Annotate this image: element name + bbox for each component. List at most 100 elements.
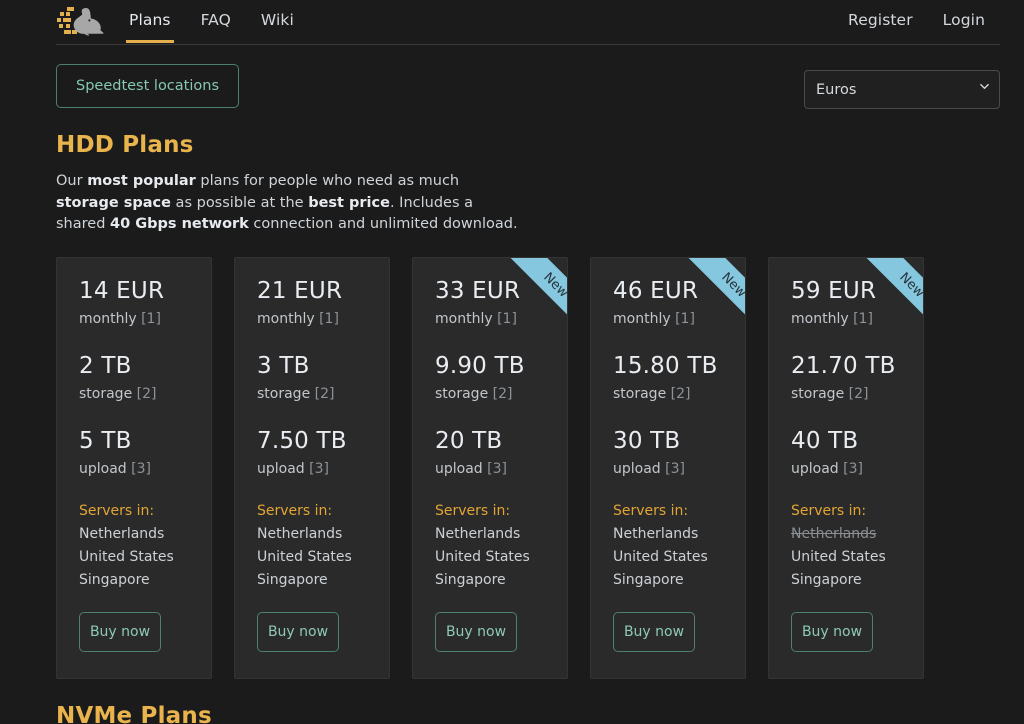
plan-card: New 46 EUR monthly [1] 15.80 TB storage […	[590, 256, 746, 679]
footnote-ref: [2]	[136, 385, 157, 402]
footnote-ref: [3]	[665, 460, 685, 477]
plan-price-label: monthly [1]	[257, 310, 339, 327]
footnote-ref: [2]	[314, 385, 335, 402]
hdd-plans-description: Our most popular plans for people who ne…	[56, 171, 526, 236]
description-emphasis: most popular	[87, 173, 196, 189]
footnote-ref: [1]	[319, 310, 339, 327]
footnote-ref: [2]	[492, 385, 513, 402]
hdd-plan-cards: 14 EUR monthly [1] 2 TB storage [2] 5 TB u…	[56, 256, 1024, 679]
currency-select[interactable]: Euros	[804, 70, 1000, 109]
plan-upload-label: upload [3]	[613, 460, 685, 477]
description-emphasis: storage space	[56, 194, 171, 211]
plan-card: New 33 EUR monthly [1] 9.90 TB storage [2…	[412, 256, 568, 679]
primary-nav: Plans FAQ Wiki	[114, 0, 309, 43]
servers-in-label: Servers in:	[79, 502, 155, 519]
speedtest-locations-button[interactable]: Speedtest locations	[56, 64, 239, 108]
server-location: Singapore	[791, 571, 862, 588]
plan-upload-label: upload [3]	[791, 460, 863, 477]
plan-price-label: monthly [1]	[435, 310, 517, 327]
nav-item-wiki[interactable]: Wiki	[246, 0, 309, 43]
server-location: United States	[79, 548, 174, 565]
server-location: United States	[791, 548, 886, 565]
plan-price-label: monthly [1]	[613, 310, 695, 327]
plan-card: 14 EUR monthly [1] 2 TB storage [2] 5 TB u…	[56, 256, 212, 679]
buy-now-button[interactable]: Buy now	[791, 611, 873, 652]
plan-upload: 40 TB	[791, 427, 859, 454]
server-location: Singapore	[435, 571, 506, 588]
hdd-plans-heading: HDD Plans	[56, 132, 194, 158]
nav-item-faq[interactable]: FAQ	[186, 0, 246, 43]
footnote-ref: [2]	[848, 385, 869, 402]
plan-upload-label: upload [3]	[79, 460, 151, 477]
plan-price-label: monthly [1]	[791, 310, 873, 327]
plan-storage: 3 TB	[257, 352, 310, 379]
toolbar: Speedtest locations Euros	[56, 64, 1000, 112]
server-location: Singapore	[613, 571, 684, 588]
plan-storage-label: storage [2]	[257, 385, 335, 402]
server-location: Netherlands	[791, 525, 877, 542]
plan-storage-label: storage [2]	[613, 385, 691, 402]
plan-storage: 2 TB	[79, 352, 132, 379]
plan-price: 33 EUR	[435, 277, 521, 304]
servers-in-label: Servers in:	[257, 502, 333, 519]
server-location: Singapore	[257, 571, 328, 588]
plan-upload: 30 TB	[613, 427, 681, 454]
description-emphasis: 40 Gbps network	[110, 216, 249, 232]
server-location: United States	[613, 548, 708, 565]
nvme-plans-heading: NVMe Plans	[56, 702, 212, 724]
footnote-ref: [2]	[670, 385, 691, 402]
plan-storage: 21.70 TB	[791, 352, 896, 379]
plan-card: 21 EUR monthly [1] 3 TB storage [2] 7.50 T…	[234, 256, 390, 679]
server-location: United States	[435, 548, 530, 565]
plan-storage: 15.80 TB	[613, 352, 718, 379]
description-text: as possible at the	[170, 194, 309, 211]
description-text: connection and unlimited download.	[248, 216, 518, 232]
plan-upload: 7.50 TB	[257, 427, 347, 454]
footnote-ref: [3]	[843, 460, 863, 477]
nav-item-register[interactable]: Register	[833, 0, 928, 43]
servers-in-label: Servers in:	[613, 502, 689, 519]
plan-upload: 5 TB	[79, 427, 132, 454]
plan-price: 59 EUR	[791, 277, 877, 304]
server-location: Netherlands	[79, 525, 165, 542]
rabbit-logo-icon[interactable]	[56, 4, 108, 38]
server-location: Netherlands	[613, 525, 699, 542]
buy-now-button[interactable]: Buy now	[79, 611, 161, 652]
plan-price-label: monthly [1]	[79, 310, 161, 327]
server-location: Netherlands	[435, 525, 521, 542]
header-divider	[56, 44, 1000, 45]
plan-card: New 59 EUR monthly [1] 21.70 TB storage […	[768, 256, 924, 679]
plan-upload-label: upload [3]	[257, 460, 329, 477]
server-location: United States	[257, 548, 352, 565]
description-text: plans for people who need as much	[195, 173, 460, 189]
nav-item-plans[interactable]: Plans	[114, 0, 186, 43]
footnote-ref: [3]	[131, 460, 151, 477]
buy-now-button[interactable]: Buy now	[613, 611, 695, 652]
buy-now-button[interactable]: Buy now	[257, 611, 339, 652]
plan-storage-label: storage [2]	[791, 385, 869, 402]
buy-now-button[interactable]: Buy now	[435, 611, 517, 652]
plan-upload: 20 TB	[435, 427, 503, 454]
nav-item-login[interactable]: Login	[928, 0, 1000, 43]
server-location: Netherlands	[257, 525, 343, 542]
footnote-ref: [3]	[309, 460, 329, 477]
footnote-ref: [1]	[853, 310, 873, 327]
plan-storage-label: storage [2]	[79, 385, 157, 402]
plan-storage-label: storage [2]	[435, 385, 513, 402]
account-nav: Register Login	[833, 0, 1000, 43]
footnote-ref: [1]	[141, 310, 161, 327]
footnote-ref: [3]	[487, 460, 507, 477]
description-text: Our	[56, 173, 88, 189]
servers-in-label: Servers in:	[435, 502, 511, 519]
footnote-ref: [1]	[497, 310, 517, 327]
plan-storage: 9.90 TB	[435, 352, 525, 379]
server-location: Singapore	[79, 571, 150, 588]
plan-price: 46 EUR	[613, 277, 699, 304]
footnote-ref: [1]	[675, 310, 695, 327]
plan-price: 14 EUR	[79, 277, 165, 304]
plan-price: 21 EUR	[257, 277, 343, 304]
description-emphasis: best price	[308, 194, 390, 211]
site-header: Plans FAQ Wiki Register Login	[0, 0, 1024, 47]
servers-in-label: Servers in:	[791, 502, 867, 519]
plan-upload-label: upload [3]	[435, 460, 507, 477]
